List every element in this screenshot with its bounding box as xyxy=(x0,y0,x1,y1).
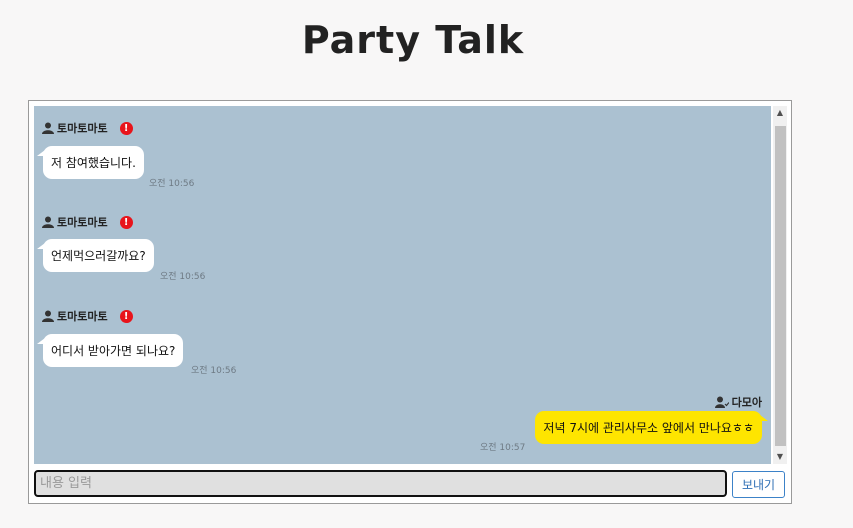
message-sender: 토마토마토 ! xyxy=(42,214,133,230)
my-message-time: 오전 10:57 xyxy=(480,443,526,453)
chat-window: 토마토마토 ! 저 참여했습니다. 오전 10:56 토마토마토 ! 언제먹으러… xyxy=(28,100,792,504)
chat-scrollbar[interactable]: ▲ ▼ xyxy=(773,106,787,464)
sender-name: 토마토마토 xyxy=(57,216,108,229)
user-icon xyxy=(42,216,54,228)
message-input[interactable] xyxy=(34,470,727,497)
app-title: Party Talk xyxy=(301,18,525,62)
my-sender: 다모아 xyxy=(714,394,762,410)
scroll-down-icon[interactable]: ▼ xyxy=(773,450,787,464)
message-bubble: 어디서 받아가면 되나요? xyxy=(36,334,184,367)
message-time: 오전 10:56 xyxy=(160,272,206,282)
message-time: 오전 10:56 xyxy=(149,179,195,189)
user-icon xyxy=(42,310,54,322)
sender-name: 토마토마토 xyxy=(57,310,108,323)
message-bubble: 저 참여했습니다. xyxy=(37,146,144,179)
message-list: 토마토마토 ! 저 참여했습니다. 오전 10:56 토마토마토 ! 언제먹으러… xyxy=(34,106,771,464)
user-icon xyxy=(42,122,54,134)
message-sender: 토마토마토 ! xyxy=(42,120,133,136)
message-bubble: 언제먹으러갈까요? xyxy=(37,239,154,272)
scroll-up-icon[interactable]: ▲ xyxy=(773,106,787,120)
scroll-thumb[interactable] xyxy=(775,126,786,446)
exclamation-icon[interactable]: ! xyxy=(119,215,133,229)
my-sender-name: 다모아 xyxy=(731,396,762,409)
my-message-bubble: 저녁 7시에 관리사무소 앞에서 만나요ㅎㅎ xyxy=(535,411,768,444)
send-button[interactable]: 보내기 xyxy=(732,471,785,498)
sender-name: 토마토마토 xyxy=(57,122,108,135)
user-check-icon xyxy=(714,396,729,408)
exclamation-icon[interactable]: ! xyxy=(119,121,133,135)
exclamation-icon[interactable]: ! xyxy=(119,309,133,323)
message-time: 오전 10:56 xyxy=(191,366,237,376)
message-sender: 토마토마토 ! xyxy=(42,308,133,324)
